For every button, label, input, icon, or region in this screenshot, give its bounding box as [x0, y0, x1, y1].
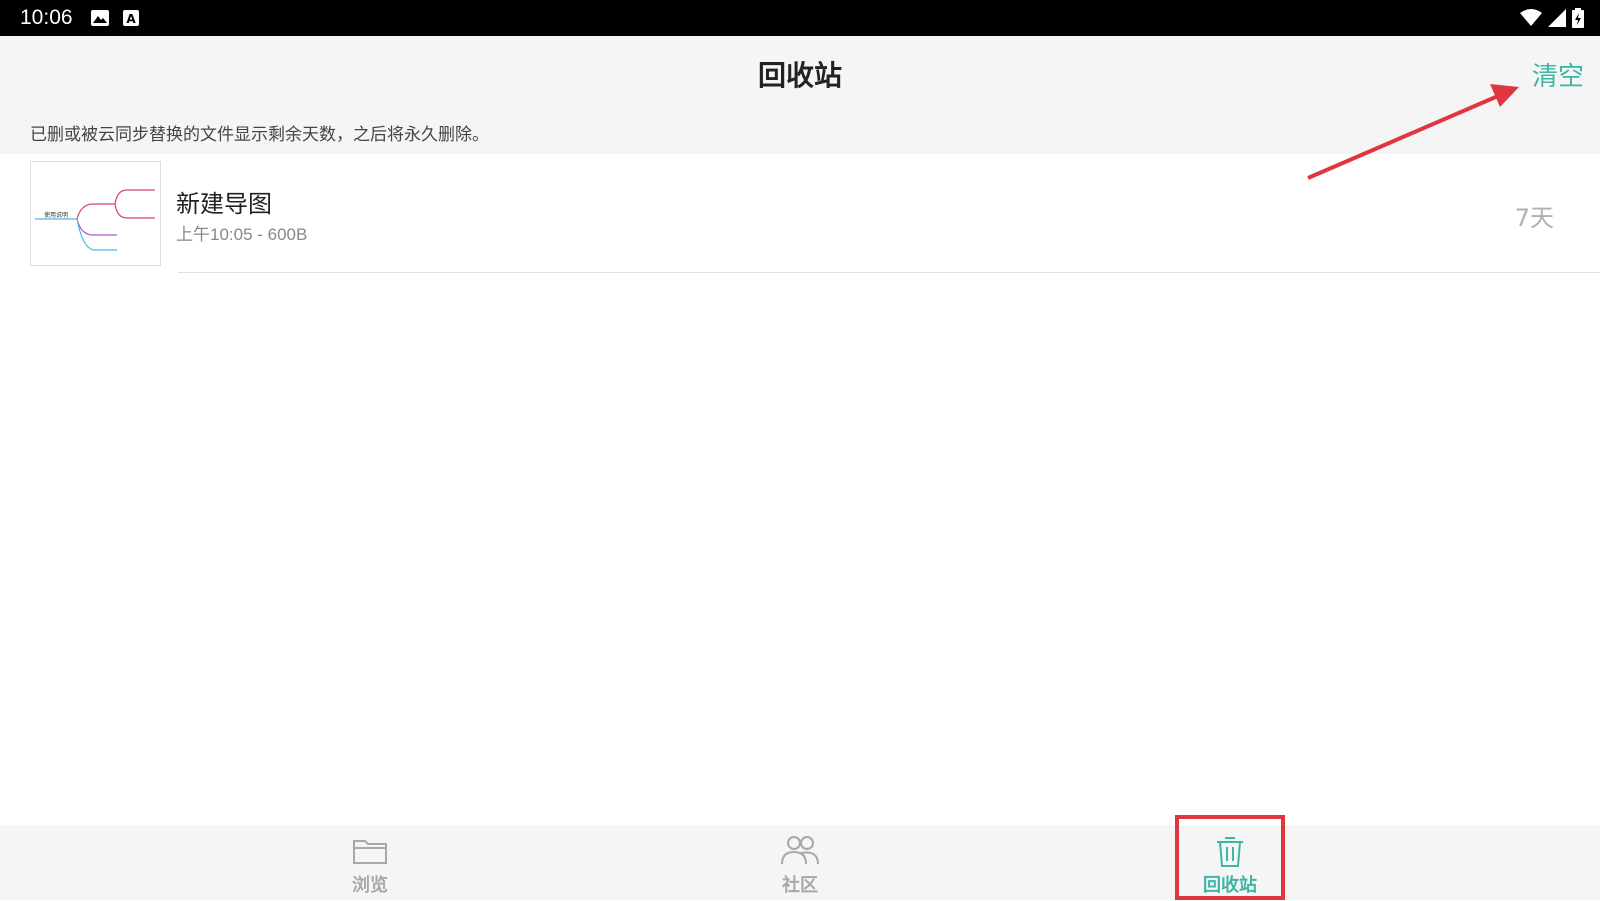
app-header: 回收站 清空	[0, 36, 1600, 116]
page-title: 回收站	[757, 59, 842, 92]
notification-icons: A	[90, 10, 139, 26]
battery-icon	[1572, 8, 1584, 28]
clear-button[interactable]: 清空	[1532, 56, 1584, 93]
trash-icon	[1217, 837, 1243, 867]
tab-community[interactable]: 社区	[740, 827, 860, 901]
tab-recycle-bin-label: 回收站	[1203, 875, 1257, 896]
file-meta: 上午10:05 - 600B	[176, 225, 308, 244]
bottom-nav: 浏览 社区 回收站	[0, 826, 1600, 900]
thumbnail-label: 使用说明	[44, 211, 68, 219]
folder-icon	[353, 840, 387, 864]
system-status-icons	[1520, 0, 1584, 36]
list-item[interactable]: 使用说明 新建导图 上午10:05 - 600B 7天	[0, 154, 1600, 274]
tab-browse[interactable]: 浏览	[310, 827, 430, 901]
status-bar: 10:06 A	[0, 0, 1600, 36]
tab-community-label: 社区	[782, 875, 818, 896]
recycle-notice: 已删或被云同步替换的文件显示剩余天数，之后将永久删除。	[0, 116, 1600, 154]
wifi-icon	[1520, 9, 1542, 26]
tab-browse-label: 浏览	[352, 875, 388, 896]
cellular-signal-icon	[1548, 9, 1566, 27]
svg-text:A: A	[126, 12, 136, 26]
file-name: 新建导图	[176, 190, 272, 218]
tab-recycle-bin[interactable]: 回收站	[1170, 827, 1290, 901]
people-icon	[781, 836, 819, 865]
days-remaining: 7天	[1514, 204, 1554, 232]
mindmap-thumbnail: 使用说明	[30, 161, 161, 266]
image-notification-icon	[90, 10, 109, 26]
row-divider	[178, 272, 1600, 273]
font-notification-icon: A	[122, 10, 139, 26]
status-time: 10:06	[20, 6, 73, 29]
